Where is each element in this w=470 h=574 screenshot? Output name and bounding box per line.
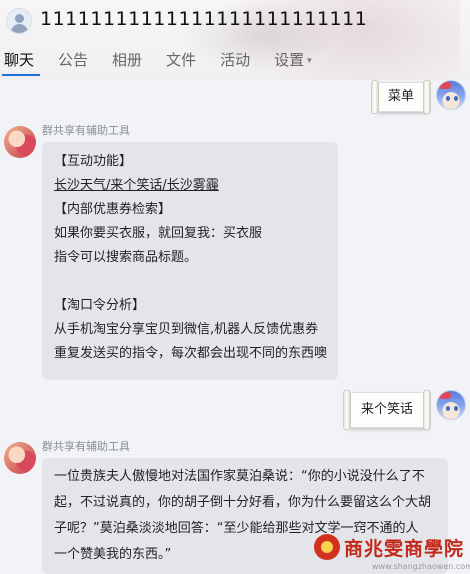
message-text: 来个笑话 (360, 402, 413, 417)
chevron-down-icon: ▾ (307, 56, 312, 66)
message-line: 如果你要买衣服，就回复我：买衣服 (54, 226, 263, 241)
tab-settings-label: 设置 (274, 51, 305, 69)
my-avatar[interactable] (436, 80, 466, 110)
outgoing-message-bubble[interactable]: 来个笑话 (343, 390, 431, 430)
avatar-bow-shape (439, 392, 451, 399)
message-line: 【内部优惠券检索】 (54, 202, 172, 217)
watermark-url: www.shangzhaowen.com (372, 562, 470, 571)
bot-avatar[interactable] (4, 126, 36, 158)
group-avatar[interactable] (6, 8, 32, 34)
tab-album[interactable]: 相册 (100, 46, 154, 76)
message-line: 起，不过说真的，你的胡子倒十分好看，你为什么要留这么个大胡 (54, 495, 432, 510)
avatar-eye-shape (446, 406, 450, 411)
tab-bar: 聊天 公告 相册 文件 活动 设置 ▾ (0, 46, 324, 76)
message-line: 从手机淘宝分享宝贝到微信,机器人反馈优惠券 (54, 322, 319, 337)
tab-settings[interactable]: 设置 ▾ (262, 46, 324, 76)
chat-message-area[interactable]: 菜单 群共享有辅助工具 【互动功能】 长沙天气/来个笑话/长沙雾霾 【内部优惠券… (0, 80, 470, 574)
watermark: 商兆雯商學院 www.shangzhaowen.com (312, 530, 470, 574)
tab-activity[interactable]: 活动 (208, 46, 262, 76)
avatar-body-shape (11, 24, 28, 33)
avatar-eye-shape (454, 406, 458, 411)
avatar-eye-shape (446, 96, 450, 101)
message-line: 【互动功能】 (54, 154, 133, 169)
outgoing-message-bubble[interactable]: 菜单 (371, 80, 431, 114)
avatar-head-shape (15, 14, 24, 23)
message-line: 长沙天气/来个笑话/长沙雾霾 (54, 178, 219, 193)
avatar-bow-shape (439, 82, 451, 89)
sender-name: 群共享有辅助工具 (42, 440, 130, 453)
incoming-message-bubble[interactable]: 【互动功能】 长沙天气/来个笑话/长沙雾霾 【内部优惠券检索】 如果你要买衣服，… (42, 142, 338, 380)
my-avatar[interactable] (436, 390, 466, 420)
tab-files[interactable]: 文件 (154, 46, 208, 76)
watermark-logo-icon (314, 534, 340, 560)
avatar-eye-shape (454, 96, 458, 101)
message-line: 【淘口令分析】 (54, 298, 146, 313)
message-line: 重复发送买的指令，每次都会出现不同的东西噢 (54, 346, 328, 361)
tab-announcement[interactable]: 公告 (46, 46, 100, 76)
watermark-text: 商兆雯商學院 (344, 538, 465, 560)
bot-avatar[interactable] (4, 442, 36, 474)
chat-header: 11111111111111111111111111 聊天 公告 相册 文件 活… (0, 0, 470, 80)
message-line: 指令可以搜索商品标题。 (54, 250, 198, 265)
sender-name: 群共享有辅助工具 (42, 124, 130, 137)
message-line (54, 270, 326, 294)
message-text: 菜单 (387, 89, 414, 104)
message-line: 一位贵族夫人傲慢地对法国作家莫泊桑说：“你的小说没什么了不 (54, 469, 425, 484)
tab-chat[interactable]: 聊天 (0, 46, 46, 76)
group-title: 11111111111111111111111111 (40, 8, 368, 30)
